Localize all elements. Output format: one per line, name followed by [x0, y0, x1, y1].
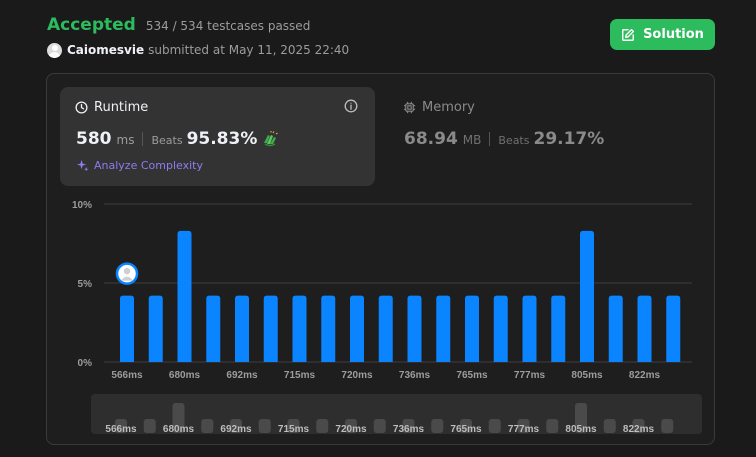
x-tick-label: 680ms: [169, 370, 201, 381]
chart-bar[interactable]: [350, 295, 364, 362]
chart-bar[interactable]: [263, 295, 278, 362]
chart-bar[interactable]: [608, 295, 623, 362]
chart-bar[interactable]: [378, 295, 393, 362]
x-tick-label: 715ms: [284, 370, 316, 381]
chart-bar[interactable]: [206, 295, 221, 362]
chart-bar[interactable]: [465, 295, 479, 362]
minimap-tick-label: 692ms: [220, 424, 252, 435]
minimap-bar: [603, 419, 616, 433]
y-tick-label: 10%: [72, 200, 92, 211]
chart-bar[interactable]: [148, 295, 163, 362]
minimap-bar: [431, 419, 444, 433]
chart-bar[interactable]: [666, 295, 681, 362]
chart-bar[interactable]: [177, 230, 192, 362]
minimap-tick-label: 822ms: [623, 424, 655, 435]
minimap-tick-label: 720ms: [335, 424, 367, 435]
minimap-bar: [143, 419, 156, 433]
minimap-bar: [201, 419, 214, 433]
x-tick-label: 822ms: [629, 370, 661, 381]
minimap-bar: [258, 419, 271, 433]
y-tick-label: 5%: [78, 279, 93, 290]
chart-bar[interactable]: [407, 295, 422, 362]
minimap-tick-label: 680ms: [163, 424, 195, 435]
x-tick-label: 692ms: [226, 370, 258, 381]
minimap-tick-label: 765ms: [450, 424, 482, 435]
chart-bar[interactable]: [551, 295, 566, 362]
runtime-distribution-chart[interactable]: 0% 5% 10% 566ms 680ms 692ms 715ms 720ms 736ms 765…: [0, 0, 756, 457]
chart-bar[interactable]: [580, 230, 594, 362]
chart-bar[interactable]: [321, 295, 336, 362]
minimap-bar: [488, 419, 501, 433]
minimap-tick-label: 777ms: [508, 424, 540, 435]
minimap-bar: [373, 419, 386, 433]
chart-bar[interactable]: [522, 295, 537, 362]
x-tick-label: 720ms: [341, 370, 373, 381]
x-tick-label: 566ms: [111, 370, 143, 381]
chart-bar[interactable]: [120, 295, 134, 362]
minimap-bar: [546, 419, 559, 433]
chart-bar[interactable]: [436, 295, 451, 362]
minimap-tick-label: 566ms: [105, 424, 137, 435]
minimap-tick-label: 715ms: [278, 424, 310, 435]
chart-bar[interactable]: [235, 295, 249, 362]
chart-bar[interactable]: [292, 295, 307, 362]
minimap-tick-label: 736ms: [393, 424, 425, 435]
minimap-bar: [661, 419, 674, 433]
x-tick-label: 805ms: [571, 370, 603, 381]
minimap-bar: [316, 419, 329, 433]
y-tick-label: 0%: [78, 358, 93, 369]
avatar-head-icon: [123, 267, 131, 275]
minimap-tick-label: 805ms: [565, 424, 597, 435]
x-tick-label: 765ms: [456, 370, 488, 381]
x-tick-label: 777ms: [514, 370, 546, 381]
chart-bar[interactable]: [637, 295, 652, 362]
chart-bar[interactable]: [493, 295, 508, 362]
submission-result-page: Accepted 534 / 534 testcases passed Caio…: [0, 0, 756, 457]
x-tick-label: 736ms: [399, 370, 431, 381]
